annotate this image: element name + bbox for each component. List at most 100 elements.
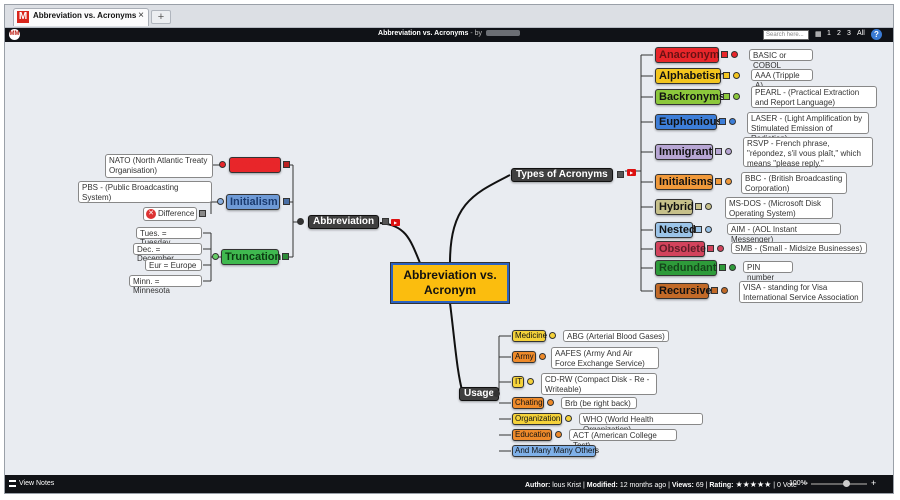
- branch-dot-icon: [549, 332, 556, 339]
- rating-stars-icon[interactable]: ★★★★★: [735, 480, 771, 489]
- zoom-slider-handle[interactable]: [843, 480, 850, 487]
- acronym-type-node[interactable]: Recursive: [655, 283, 712, 299]
- zoom-slider[interactable]: [811, 483, 867, 485]
- modified-label: Modified:: [586, 482, 618, 489]
- branch-dot-icon: [733, 72, 740, 79]
- acronym-example-note: AIM - (AOL Instant Messenger): [727, 223, 841, 244]
- branch-dot-icon: [721, 287, 728, 294]
- abbreviation-node[interactable]: Abbreviation: [308, 215, 380, 229]
- acronym-type-node[interactable]: Backronyms: [655, 89, 725, 105]
- branch-dot-icon: [527, 378, 534, 385]
- modified-value: 12 months ago: [619, 482, 667, 489]
- view-notes-button[interactable]: View Notes: [19, 480, 54, 487]
- usage-example-note: ABG (Arterial Blood Gases): [563, 330, 669, 342]
- status-bar: View Notes Author: lous Krist | Modified…: [5, 475, 893, 493]
- node-square-icon: [723, 72, 730, 79]
- node-square-icon: [382, 218, 389, 225]
- map-meta: Author: lous Krist | Modified: 12 months…: [525, 480, 797, 489]
- usage-example-note: WHO (World Health Organization): [579, 413, 703, 434]
- truncation-note: Dec. = December: [133, 243, 202, 263]
- initialism-node[interactable]: Initialism: [226, 194, 280, 210]
- notes-list-icon[interactable]: [9, 480, 16, 487]
- tab-close-icon[interactable]: ×: [138, 10, 144, 21]
- node-square-icon: [695, 226, 702, 233]
- zoom-out-icon[interactable]: −: [803, 478, 808, 488]
- mindmap-canvas[interactable]: Abbreviation vs. Acronym Types of Acrony…: [5, 43, 893, 475]
- usage-node-item[interactable]: Army: [512, 351, 536, 363]
- acronym-example-note: MS-DOS - (Microsoft Disk Operating Syste…: [725, 197, 833, 219]
- branch-dot-icon: [565, 415, 572, 422]
- branch-dot-icon: [731, 51, 738, 58]
- usage-example-note: ACT (American College Test): [569, 429, 677, 450]
- usage-node-item[interactable]: IT: [512, 376, 524, 388]
- acronym-note: NATO (North Atlantic Treaty Organisation…: [105, 154, 213, 178]
- views-label: Views:: [671, 482, 694, 489]
- usage-node-item[interactable]: Chating: [512, 397, 544, 409]
- acronym-example-note: VISA - standing for Visa International S…: [739, 281, 863, 303]
- level-3-button[interactable]: 3: [847, 30, 851, 37]
- types-of-acronyms-node[interactable]: Types of Acronyms: [511, 168, 613, 182]
- app-header: MM Abbreviation vs. Acronyms - by Search…: [5, 28, 893, 42]
- node-square-icon: [283, 198, 290, 205]
- search-input[interactable]: Search here...: [763, 30, 809, 40]
- acronym-type-node[interactable]: Hybrid: [655, 199, 694, 215]
- node-square-icon: [719, 264, 726, 271]
- youtube-icon[interactable]: ▶: [627, 169, 636, 176]
- node-square-icon: [721, 51, 728, 58]
- node-square-icon: [711, 287, 718, 294]
- acronym-example-note: SMB - (Small - Midsize Businesses): [731, 242, 867, 254]
- node-square-icon: [719, 118, 726, 125]
- acronym-example-note: RSVP - French phrase, "répondez, s'il vo…: [743, 137, 873, 168]
- node-square-icon: [715, 148, 722, 155]
- node-square-icon: [199, 210, 206, 217]
- acronym-example-note: BBC - (British Broadcasting Corporation): [741, 172, 847, 194]
- help-icon[interactable]: ?: [871, 29, 882, 40]
- branch-dot-icon: [729, 118, 736, 125]
- map-title: Abbreviation vs. Acronyms - by: [5, 30, 893, 37]
- level-2-button[interactable]: 2: [837, 30, 841, 37]
- level-1-button[interactable]: 1: [827, 30, 831, 37]
- acronym-example-note: AAA (Tripple A): [751, 69, 813, 90]
- map-view-icon[interactable]: ▦: [815, 30, 822, 38]
- acronym-example-note: BASIC or COBOL: [749, 49, 813, 70]
- difference-note[interactable]: ✕ Difference: [143, 207, 197, 221]
- central-topic[interactable]: Abbreviation vs. Acronym: [390, 262, 510, 304]
- branch-dot-icon: [725, 178, 732, 185]
- branch-dot-icon: [729, 264, 736, 271]
- acronym-type-node[interactable]: Nested: [655, 222, 696, 238]
- acronym-type-node[interactable]: Initialisms: [655, 174, 713, 190]
- usage-node-item[interactable]: And Many Many Others: [512, 445, 599, 457]
- mindmeister-favicon-icon: M: [17, 11, 29, 23]
- level-all-button[interactable]: All: [857, 30, 865, 37]
- views-value: 69: [695, 482, 704, 489]
- truncation-note: Tues. = Tuesday: [136, 227, 202, 247]
- acronym-type-node[interactable]: Euphonious: [655, 114, 723, 130]
- acronym-type-node[interactable]: Redundant: [655, 260, 717, 276]
- new-tab-button[interactable]: +: [151, 10, 171, 24]
- acronym-type-node[interactable]: Anacronym: [655, 47, 720, 63]
- branch-dot-icon: [705, 226, 712, 233]
- branch-dot-icon: [493, 390, 500, 397]
- usage-node-item[interactable]: Education: [512, 429, 552, 441]
- usage-example-note: CD-RW (Compact Disk - Re - Writeable): [541, 373, 657, 395]
- branch-dot-icon: [212, 253, 219, 260]
- acronym-type-node[interactable]: Obsolete: [655, 241, 706, 257]
- usage-node-item[interactable]: Medicine: [512, 330, 547, 342]
- branch-dot-icon: [725, 148, 732, 155]
- author-blurred: [485, 30, 520, 37]
- map-title-text: Abbreviation vs. Acronyms: [378, 30, 469, 37]
- node-square-icon: [617, 171, 624, 178]
- acronym-type-node[interactable]: Alphabetism: [655, 68, 725, 84]
- node-square-icon: [715, 178, 722, 185]
- difference-label: Difference: [158, 209, 195, 218]
- usage-node-item[interactable]: Organization: [512, 413, 562, 425]
- youtube-icon[interactable]: ▶: [391, 219, 400, 226]
- truncation-note: Minn. = Minnesota: [129, 275, 202, 295]
- zoom-in-icon[interactable]: +: [871, 478, 876, 488]
- truncation-node[interactable]: Truncation: [221, 249, 281, 265]
- acronym-node[interactable]: Acronym: [229, 157, 281, 173]
- acronym-type-node[interactable]: Immigrant: [655, 144, 713, 160]
- node-square-icon: [282, 253, 289, 260]
- browser-tab[interactable]: M Abbreviation vs. Acronyms ×: [13, 8, 149, 26]
- node-square-icon: [695, 203, 702, 210]
